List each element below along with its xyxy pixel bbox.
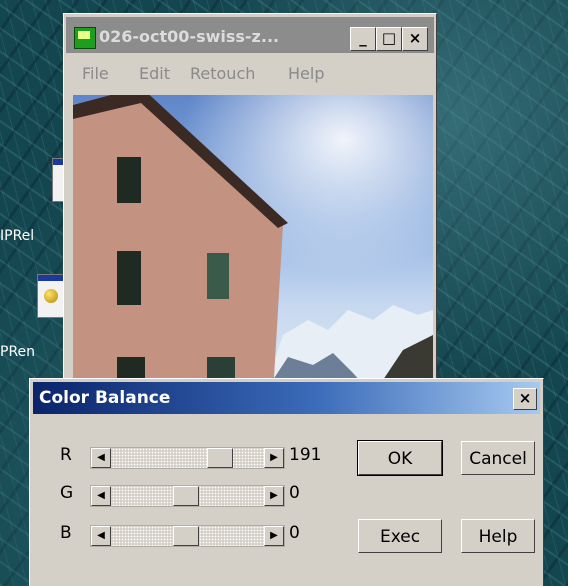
- ok-button[interactable]: OK: [357, 440, 443, 476]
- photo-image: [73, 95, 433, 394]
- slider-label-g: G: [60, 483, 74, 503]
- minimize-button[interactable]: _: [350, 27, 376, 51]
- color-balance-dialog[interactable]: Color Balance × R ◀ ▶ 191 G ◀ ▶ 0 B ◀ ▶ …: [29, 378, 544, 586]
- menu-edit[interactable]: Edit: [139, 64, 170, 83]
- image-window-titlebar[interactable]: 026-oct00-swiss-z... _ □ ×: [66, 17, 434, 53]
- slider-g[interactable]: ◀ ▶: [90, 485, 285, 507]
- menu-bar: File Edit Retouch Help: [66, 58, 434, 88]
- color-balance-title: Color Balance: [39, 388, 171, 408]
- menu-file[interactable]: File: [82, 64, 109, 83]
- maximize-button[interactable]: □: [376, 27, 402, 51]
- slider-value-b: 0: [289, 523, 300, 543]
- desktop-icon-label-iprel[interactable]: IPRel: [0, 228, 34, 244]
- desktop-icon-label-pren[interactable]: PRen: [0, 344, 35, 360]
- slider-r[interactable]: ◀ ▶: [90, 447, 285, 469]
- cancel-button[interactable]: Cancel: [461, 441, 535, 475]
- menu-retouch[interactable]: Retouch: [190, 64, 255, 83]
- image-window[interactable]: 026-oct00-swiss-z... _ □ × File Edit Ret…: [63, 13, 437, 395]
- menu-help[interactable]: Help: [288, 64, 324, 83]
- slider-thumb-r[interactable]: [207, 448, 233, 468]
- arrow-left-icon[interactable]: ◀: [91, 486, 111, 506]
- arrow-left-icon[interactable]: ◀: [91, 448, 111, 468]
- slider-value-g: 0: [289, 483, 300, 503]
- color-balance-titlebar[interactable]: Color Balance ×: [33, 382, 540, 414]
- photo-canvas[interactable]: [73, 95, 433, 394]
- arrow-left-icon[interactable]: ◀: [91, 526, 111, 546]
- exec-button[interactable]: Exec: [358, 519, 442, 553]
- slider-thumb-b[interactable]: [173, 526, 199, 546]
- close-icon[interactable]: ×: [513, 388, 537, 410]
- arrow-right-icon[interactable]: ▶: [264, 526, 284, 546]
- slider-b[interactable]: ◀ ▶: [90, 525, 285, 547]
- slider-label-r: R: [60, 445, 72, 465]
- help-button[interactable]: Help: [461, 519, 535, 553]
- arrow-right-icon[interactable]: ▶: [264, 448, 284, 468]
- app-glyph-icon: [44, 289, 58, 303]
- image-window-title: 026-oct00-swiss-z...: [99, 27, 280, 46]
- slider-label-b: B: [60, 523, 72, 543]
- slider-value-r: 191: [289, 445, 322, 465]
- slider-thumb-g[interactable]: [173, 486, 199, 506]
- arrow-right-icon[interactable]: ▶: [264, 486, 284, 506]
- desktop: IPRel PRen 026-oct00-swiss-z... _ □ × Fi…: [0, 0, 568, 586]
- app-icon[interactable]: [74, 27, 96, 49]
- close-button[interactable]: ×: [402, 27, 428, 51]
